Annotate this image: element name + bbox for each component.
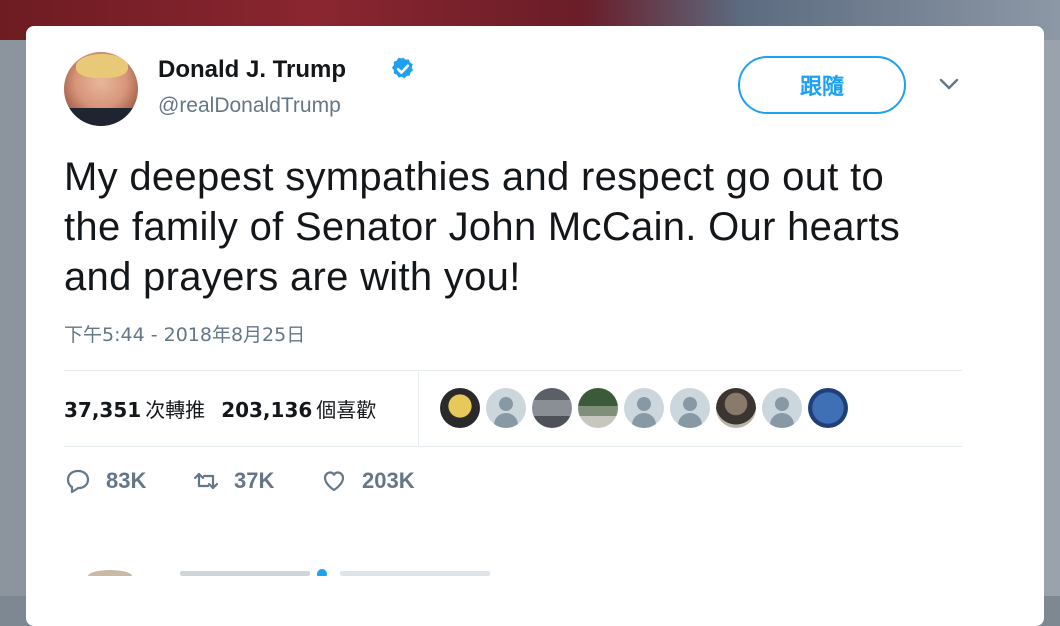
tweet-text-line: the family of Senator John McCain. Our h… (64, 205, 901, 249)
author-avatar[interactable] (64, 52, 138, 126)
stats-bottom-divider (64, 446, 962, 447)
verified-badge-icon (391, 57, 413, 79)
retweets-count: 37,351 (64, 398, 142, 422)
liker-avatar[interactable] (440, 388, 480, 428)
liker-avatar[interactable] (762, 388, 802, 428)
heart-icon (323, 471, 345, 492)
liker-avatar[interactable] (486, 388, 526, 428)
likes-label: 個喜歡 (316, 398, 377, 422)
author-name[interactable]: Donald J. Trump (158, 56, 346, 84)
reply-icon (66, 469, 90, 494)
likes-stat[interactable]: 203,136 個喜歡 (221, 398, 376, 422)
retweets-label: 次轉推 (145, 398, 206, 422)
retweet-count: 37K (234, 468, 275, 493)
liker-avatar[interactable] (624, 388, 664, 428)
background-right-edge (1044, 40, 1060, 596)
reply-count: 83K (106, 468, 147, 493)
stats-vertical-divider (418, 372, 419, 446)
follow-button[interactable]: 跟隨 (738, 56, 906, 114)
background-left-edge (0, 40, 26, 596)
reply-button[interactable]: 83K (64, 466, 146, 496)
retweet-icon (193, 472, 219, 490)
liker-avatar[interactable] (670, 388, 710, 428)
liker-avatar[interactable] (532, 388, 572, 428)
like-button[interactable]: 203K (320, 466, 415, 496)
retweet-button[interactable]: 37K (192, 466, 274, 496)
liker-avatar[interactable] (808, 388, 848, 428)
tweet-timestamp[interactable]: 下午5:44 - 2018年8月25日 (64, 320, 305, 347)
chevron-down-icon[interactable] (938, 76, 960, 92)
likes-count: 203,136 (221, 398, 313, 422)
like-count: 203K (362, 468, 415, 493)
retweets-stat[interactable]: 37,351 次轉推 (64, 398, 205, 422)
avatar-suit (64, 108, 138, 126)
tweet-text: My deepest sympathies and respect go out… (64, 152, 1004, 302)
stats-top-divider (64, 370, 962, 371)
avatar-hair (76, 54, 128, 78)
next-reply-peek (88, 569, 490, 576)
author-handle[interactable]: @realDonaldTrump (158, 94, 341, 118)
liker-avatar[interactable] (716, 388, 756, 428)
tweet-stats: 37,351 次轉推 203,136 個喜歡 (64, 394, 376, 423)
liker-avatar[interactable] (578, 388, 618, 428)
tweet-text-line: My deepest sympathies and respect go out… (64, 155, 885, 199)
tweet-text-line: and prayers are with you! (64, 255, 521, 299)
